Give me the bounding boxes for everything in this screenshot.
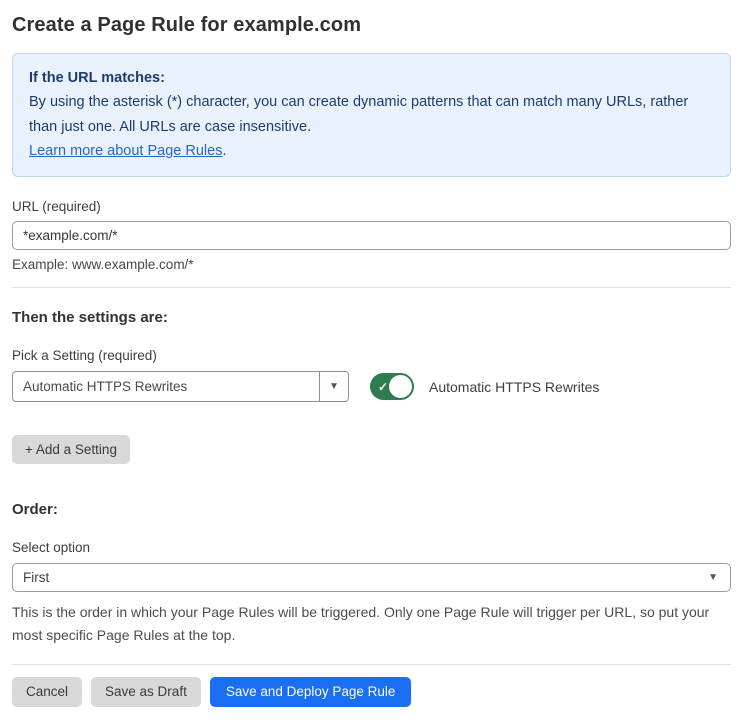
order-select-label: Select option (12, 540, 91, 556)
chevron-down-icon: ▼ (708, 571, 718, 583)
order-select[interactable]: First ▼ (12, 563, 731, 593)
save-and-deploy-button[interactable]: Save and Deploy Page Rule (209, 677, 412, 708)
setting-select[interactable]: Automatic HTTPS Rewrites ▼ (12, 371, 349, 403)
toggle-label: Automatic HTTPS Rewrites (429, 378, 600, 395)
url-field-label: URL (required) (12, 199, 101, 215)
save-as-draft-button[interactable]: Save as Draft (91, 677, 201, 708)
info-box-body-text: By using the asterisk (*) character, you… (29, 94, 689, 135)
page-title: Create a Page Rule for example.com (12, 14, 362, 36)
footer-buttons: Cancel Save as Draft Save and Deploy Pag… (12, 677, 731, 708)
info-box-heading: If the URL matches: (29, 70, 165, 86)
order-section-heading: Order: (12, 501, 58, 519)
url-input[interactable] (12, 221, 731, 251)
page-rule-form: Create a Page Rule for example.com If th… (0, 0, 743, 727)
url-example-helper: Example: www.example.com/* (12, 257, 194, 273)
setting-select-value: Automatic HTTPS Rewrites (23, 379, 188, 395)
section-divider (12, 287, 731, 289)
order-helper-text: This is the order in which your Page Rul… (12, 604, 710, 643)
footer-divider (12, 664, 731, 666)
learn-more-link[interactable]: Learn more about Page Rules (29, 143, 222, 159)
cancel-button[interactable]: Cancel (12, 677, 83, 708)
setting-row: Automatic HTTPS Rewrites ▼ ✓ Automatic H… (12, 371, 731, 403)
chevron-down-icon: ▼ (329, 380, 339, 392)
https-rewrites-toggle[interactable]: ✓ (370, 373, 414, 401)
toggle-knob (389, 375, 412, 399)
setting-select-caret-button[interactable]: ▼ (319, 372, 348, 402)
check-icon: ✓ (378, 379, 389, 394)
link-period: . (222, 143, 227, 160)
add-setting-button[interactable]: + Add a Setting (12, 435, 130, 465)
settings-section-heading: Then the settings are: (12, 309, 168, 327)
order-select-value: First (23, 570, 50, 586)
url-match-info-box: If the URL matches: By using the asteris… (12, 53, 731, 178)
pick-setting-label: Pick a Setting (required) (12, 348, 157, 364)
info-box-body: By using the asterisk (*) character, you… (29, 90, 714, 163)
